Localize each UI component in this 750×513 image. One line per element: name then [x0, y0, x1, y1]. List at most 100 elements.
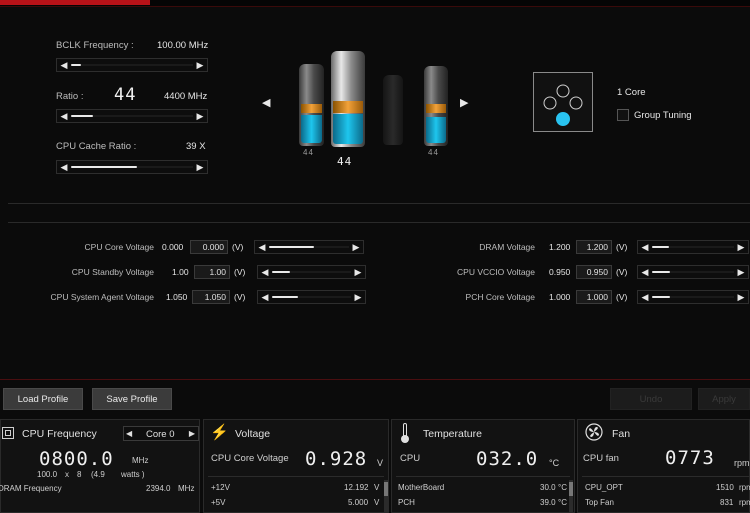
temperature-row-unit: °C	[558, 498, 567, 507]
temperature-row-unit: °C	[558, 483, 567, 492]
bclk-slider[interactable]: ◀ ▶	[56, 58, 208, 72]
dram-frequency-label: DRAM Frequency	[0, 484, 62, 493]
arrow-right-icon[interactable]: ▶	[194, 59, 206, 71]
arrow-left-icon[interactable]: ◀	[126, 429, 132, 438]
arrow-left-icon[interactable]: ◀	[639, 266, 651, 278]
arrow-right-icon[interactable]: ▶	[194, 161, 206, 173]
section-divider	[8, 222, 750, 223]
cpu-standby-voltage-input[interactable]: 1.00	[194, 265, 230, 279]
cpu-chip-icon	[2, 427, 14, 439]
cpu-standby-voltage-slider[interactable]: ◀ ▶	[257, 265, 366, 279]
cpu-frequency-unit: MHz	[132, 456, 149, 465]
next-core-arrow-icon[interactable]: ▶	[460, 96, 468, 109]
core-tube-selected-label: 44	[337, 155, 353, 168]
ratio-value: 44	[114, 85, 137, 105]
cache-ratio-slider[interactable]: ◀ ▶	[56, 160, 208, 174]
voltage-row-value: 12.192	[344, 483, 369, 492]
dram-voltage-input[interactable]: 1.200	[576, 240, 612, 254]
cpu-core-voltage-label: CPU Core Voltage	[84, 242, 154, 252]
thermometer-icon	[401, 423, 409, 443]
arrow-left-icon[interactable]: ◀	[58, 161, 70, 173]
ratio-slider[interactable]: ◀ ▶	[56, 109, 208, 123]
arrow-left-icon[interactable]: ◀	[256, 241, 268, 253]
temperature-row-label: PCH	[398, 498, 415, 507]
arrow-right-icon[interactable]: ▶	[735, 291, 747, 303]
load-profile-button[interactable]: Load Profile	[3, 388, 83, 410]
voltage-row-value: 5.000	[348, 498, 369, 507]
cpu-standby-voltage-label: CPU Standby Voltage	[71, 267, 154, 277]
arrow-left-icon[interactable]: ◀	[639, 291, 651, 303]
temperature-row-label: MotherBoard	[398, 483, 445, 492]
cpu-system-agent-voltage-slider[interactable]: ◀ ▶	[257, 290, 366, 304]
temperature-row-value: 30.0	[540, 483, 556, 492]
arrow-left-icon[interactable]: ◀	[259, 266, 271, 278]
arrow-left-icon[interactable]: ◀	[58, 110, 70, 122]
voltage-row-label: +12V	[211, 483, 230, 492]
core-selector[interactable]	[533, 72, 593, 132]
cpu-standby-voltage-value: 1.00	[172, 267, 189, 277]
ratio-mhz: 4400 MHz	[164, 91, 208, 102]
section-divider	[8, 203, 750, 204]
cpu-core-voltage-input[interactable]: 0.000	[190, 240, 228, 254]
voltage-scrollbar[interactable]	[384, 480, 388, 513]
core-tube-4[interactable]	[424, 66, 448, 146]
fan-icon	[585, 423, 603, 444]
fan-row-label: Top Fan	[585, 498, 614, 507]
row-divider	[582, 476, 750, 477]
arrow-left-icon[interactable]: ◀	[639, 241, 651, 253]
voltage-row-label: +5V	[211, 498, 226, 507]
arrow-right-icon[interactable]: ▶	[194, 110, 206, 122]
voltage-main-value: 0.928	[305, 448, 368, 470]
dram-voltage-label: DRAM Voltage	[479, 242, 535, 252]
fan-row-value: 831	[720, 498, 734, 507]
cpu-core-voltage-slider[interactable]: ◀ ▶	[254, 240, 364, 254]
core-tube-4-label: 44	[428, 148, 439, 157]
cpu-frequency-panel: CPU Frequency ◀ Core 0 ▶ 0800.0 MHz 100.…	[0, 419, 200, 513]
group-tuning-checkbox[interactable]	[617, 109, 629, 121]
dram-voltage-slider[interactable]: ◀ ▶	[637, 240, 749, 254]
core-tube-1[interactable]	[299, 64, 324, 146]
fan-main-value: 0773	[665, 447, 715, 469]
cache-ratio-value: 39 X	[186, 141, 206, 152]
arrow-left-icon[interactable]: ◀	[58, 59, 70, 71]
voltage-unit: (V)	[234, 292, 246, 302]
fan-row-label: CPU_OPT	[585, 483, 623, 492]
cpu-vccio-voltage-slider[interactable]: ◀ ▶	[637, 265, 749, 279]
temperature-main-label: CPU	[400, 453, 421, 464]
temperature-panel: Temperature CPU 032.0 °C MotherBoard 30.…	[391, 419, 575, 513]
voltage-title: Voltage	[235, 428, 271, 440]
fan-panel: Fan CPU fan 0773 rpm CPU_OPT 1510 rpm To…	[577, 419, 750, 513]
core-select[interactable]: ◀ Core 0 ▶	[123, 426, 199, 441]
voltage-unit: (V)	[616, 242, 628, 252]
core-tube-3[interactable]	[383, 75, 403, 145]
undo-button[interactable]: Undo	[610, 388, 692, 410]
group-tuning-label: Group Tuning	[634, 110, 692, 121]
save-profile-button[interactable]: Save Profile	[92, 388, 172, 410]
cpu-system-agent-voltage-value: 1.050	[166, 292, 188, 302]
arrow-left-icon[interactable]: ◀	[259, 291, 271, 303]
core-tube-selected[interactable]	[331, 51, 365, 147]
prev-core-arrow-icon[interactable]: ◀	[262, 96, 270, 109]
dram-voltage-value: 1.200	[549, 242, 571, 252]
bclk-value: 100.00 MHz	[157, 40, 209, 51]
temperature-main-value: 032.0	[476, 448, 539, 470]
pch-core-voltage-input[interactable]: 1.000	[576, 290, 612, 304]
cpu-system-agent-voltage-input[interactable]: 1.050	[192, 290, 230, 304]
cpu-system-agent-voltage-label: CPU System Agent Voltage	[50, 292, 154, 302]
arrow-right-icon[interactable]: ▶	[735, 266, 747, 278]
arrow-right-icon[interactable]: ▶	[352, 266, 364, 278]
cpu-vccio-voltage-input[interactable]: 0.950	[576, 265, 612, 279]
arrow-right-icon[interactable]: ▶	[352, 291, 364, 303]
pch-core-voltage-slider[interactable]: ◀ ▶	[637, 290, 749, 304]
fan-title: Fan	[612, 428, 631, 440]
voltage-unit: (V)	[616, 292, 628, 302]
fan-row-unit: rpm	[739, 483, 750, 492]
cache-ratio-label: CPU Cache Ratio :	[56, 141, 137, 152]
arrow-right-icon[interactable]: ▶	[189, 429, 195, 438]
core-count-label: 1 Core	[617, 87, 646, 98]
temperature-scrollbar[interactable]	[569, 480, 573, 513]
arrow-right-icon[interactable]: ▶	[735, 241, 747, 253]
arrow-right-icon[interactable]: ▶	[350, 241, 362, 253]
pch-core-voltage-label: PCH Core Voltage	[465, 292, 535, 302]
apply-button[interactable]: Apply	[698, 388, 750, 410]
